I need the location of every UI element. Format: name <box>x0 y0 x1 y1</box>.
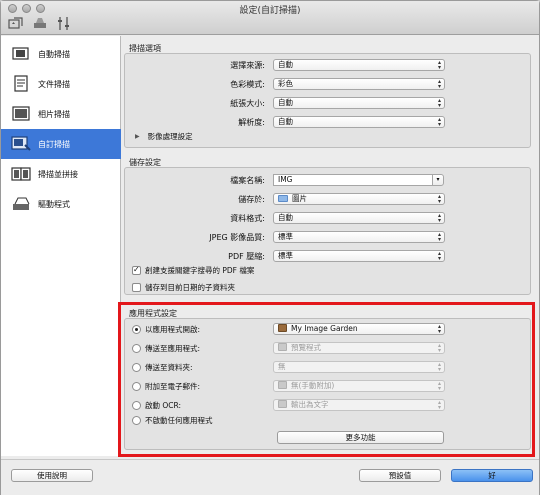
keyword-pdf-checkbox-row[interactable]: 創建支援關鍵字搜尋的 PDF 檔案 <box>132 265 254 276</box>
paper-size-label: 紙張大小: <box>230 99 265 108</box>
highlight-frame <box>118 302 535 457</box>
sidebar-item-label: 自動掃描 <box>38 49 70 59</box>
select-arrows-icon: ▴ ▾ <box>437 59 441 71</box>
source-label: 選擇來源: <box>230 61 265 70</box>
sidebar-item-auto-scan[interactable]: 自動掃描 <box>1 39 121 69</box>
scan-stitch-icon <box>10 165 32 183</box>
scanner-icon[interactable] <box>32 16 48 31</box>
jpeg-quality-label: JPEG 影像品質: <box>209 233 265 242</box>
save-in-select[interactable]: 圖片 ▴ ▾ <box>273 193 445 205</box>
pdf-compression-label: PDF 壓縮: <box>228 252 265 261</box>
source-value: 自動 <box>278 60 293 69</box>
photo-scan-icon <box>10 105 32 123</box>
scan-settings-icon[interactable] <box>8 16 24 31</box>
filename-dropdown-button[interactable]: ▾ <box>432 174 444 186</box>
jpeg-quality-select[interactable]: 標準 ▴ ▾ <box>273 231 445 243</box>
disclosure-triangle-icon: ▶ <box>135 133 140 140</box>
preferences-icon[interactable] <box>56 16 72 31</box>
help-button[interactable]: 使用說明 <box>11 469 93 482</box>
filename-input[interactable]: IMG <box>273 174 433 186</box>
data-format-select[interactable]: 自動 ▴ ▾ <box>273 212 445 224</box>
sidebar-item-driver[interactable]: 驅動程式 <box>1 189 121 219</box>
folder-icon <box>278 195 288 202</box>
color-mode-value: 彩色 <box>278 79 293 88</box>
paper-size-select[interactable]: 自動 ▴ ▾ <box>273 97 445 109</box>
sidebar: 自動掃描 文件掃描 相片掃描 自訂掃描 掃描並拼接 驅動程式 <box>1 36 121 456</box>
filename-combo[interactable]: IMG ▾ <box>273 174 445 186</box>
sidebar-item-document-scan[interactable]: 文件掃描 <box>1 69 121 99</box>
sidebar-item-label: 文件掃描 <box>38 79 70 89</box>
custom-scan-icon <box>10 135 32 153</box>
title-bar: 設定(自訂掃描) <box>1 1 539 35</box>
date-subfolder-checkbox-row[interactable]: 儲存到目前日期的子資料夾 <box>132 282 235 293</box>
pdf-compression-value: 標準 <box>278 251 293 260</box>
date-subfolder-checkbox[interactable] <box>132 283 141 292</box>
keyword-pdf-label: 創建支援關鍵字搜尋的 PDF 檔案 <box>145 266 255 275</box>
resolution-value: 自動 <box>278 117 293 126</box>
source-select[interactable]: 自動 ▴ ▾ <box>273 59 445 71</box>
color-mode-label: 色彩模式: <box>230 80 265 89</box>
sidebar-item-label: 自訂掃描 <box>38 139 70 149</box>
resolution-select[interactable]: 自動 ▴ ▾ <box>273 116 445 128</box>
filename-label: 檔案名稱: <box>230 176 265 185</box>
driver-icon <box>10 195 32 213</box>
select-arrows-icon: ▴ ▾ <box>437 250 441 262</box>
sidebar-item-custom-scan[interactable]: 自訂掃描 <box>1 129 121 159</box>
document-scan-icon <box>10 75 32 93</box>
keyword-pdf-checkbox[interactable] <box>132 265 141 275</box>
select-arrows-icon: ▴ ▾ <box>437 97 441 109</box>
select-arrows-icon: ▴ ▾ <box>437 212 441 224</box>
settings-window: 設定(自訂掃描) 自動掃描 文件掃描 相片掃描 自訂掃描 掃描並拼接 驅動程式 … <box>0 0 540 495</box>
pdf-compression-select[interactable]: 標準 ▴ ▾ <box>273 250 445 262</box>
sidebar-item-scan-stitch[interactable]: 掃描並拼接 <box>1 159 121 189</box>
select-arrows-icon: ▴ ▾ <box>437 116 441 128</box>
jpeg-quality-value: 標準 <box>278 232 293 241</box>
color-mode-select[interactable]: 彩色 ▴ ▾ <box>273 78 445 90</box>
auto-scan-icon <box>10 45 32 63</box>
ok-button[interactable]: 好 <box>451 469 533 482</box>
save-in-label: 儲存於: <box>238 195 265 204</box>
image-processing-disclosure[interactable]: ▶ 影像處理設定 <box>135 131 193 142</box>
sidebar-item-label: 掃描並拼接 <box>38 169 78 179</box>
window-title: 設定(自訂掃描) <box>239 6 301 16</box>
resolution-label: 解析度: <box>238 118 265 127</box>
select-arrows-icon: ▴ ▾ <box>437 231 441 243</box>
sidebar-item-photo-scan[interactable]: 相片掃描 <box>1 99 121 129</box>
image-processing-label: 影像處理設定 <box>147 132 193 141</box>
select-arrows-icon: ▴ ▾ <box>437 193 441 205</box>
select-arrows-icon: ▴ ▾ <box>437 78 441 90</box>
data-format-label: 資料格式: <box>230 214 265 223</box>
save-in-value: 圖片 <box>292 194 307 203</box>
date-subfolder-label: 儲存到目前日期的子資料夾 <box>145 283 235 292</box>
sidebar-item-label: 驅動程式 <box>38 199 70 209</box>
defaults-button[interactable]: 預設值 <box>359 469 441 482</box>
paper-size-value: 自動 <box>278 98 293 107</box>
data-format-value: 自動 <box>278 213 293 222</box>
sidebar-item-label: 相片掃描 <box>38 109 70 119</box>
